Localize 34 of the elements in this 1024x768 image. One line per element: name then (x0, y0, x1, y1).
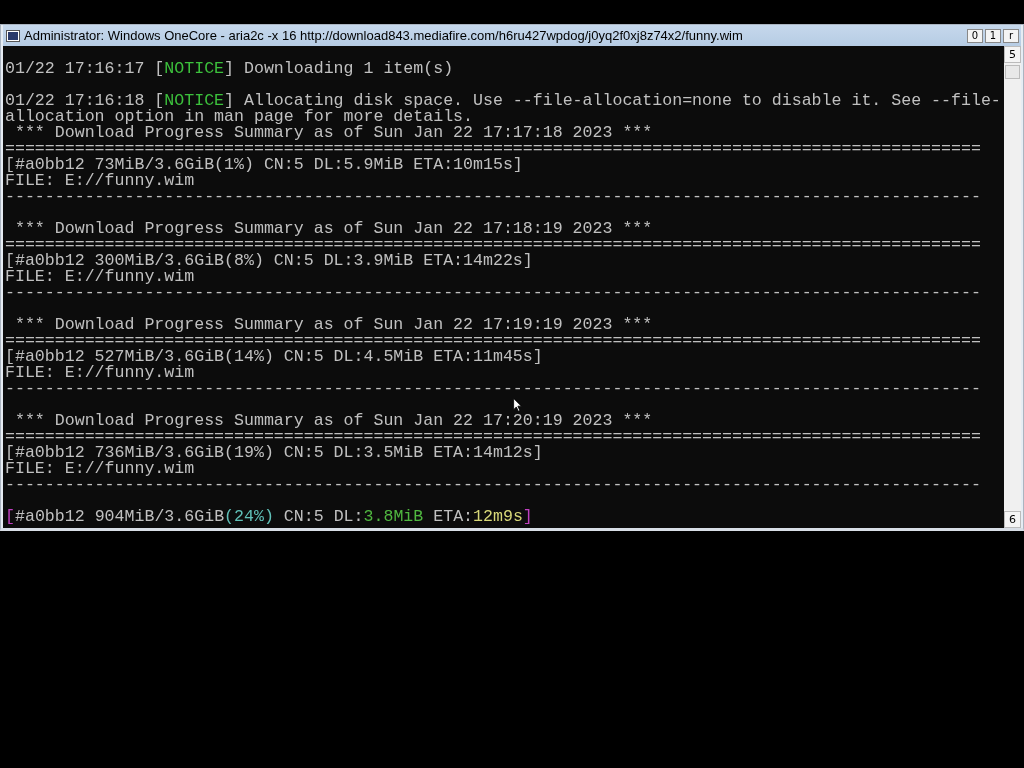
scroll-up-button[interactable]: 5 (1004, 46, 1021, 63)
console-line: ================================================================================================== (5, 429, 982, 445)
console-line: -------------------------------------------------------------------------------------------------- (5, 477, 982, 493)
console-line: ================================================================================================== (5, 141, 982, 157)
scroll-thumb[interactable] (1005, 65, 1020, 79)
console-line: -------------------------------------------------------------------------------------------------- (5, 189, 982, 205)
console-line: [#a0bb12 73MiB/3.6GiB(1%) CN:5 DL:5.9MiB ETA:10m15s] (5, 157, 524, 173)
console-line: FILE: E://funny.wim (5, 269, 195, 285)
console-line: *** Download Progress Summary as of Sun Jan 22 17:20:19 2023 *** (13, 413, 654, 429)
window-control-button[interactable]: r (1003, 28, 1019, 43)
console-line: ================================================================================================== (5, 237, 982, 253)
scroll-down-button[interactable]: 6 (1004, 511, 1021, 528)
console-line: *** Download Progress Summary as of Sun Jan 22 17:19:19 2023 *** (13, 317, 654, 333)
window-control-button[interactable]: 0 (967, 28, 983, 43)
console-line: FILE: E://funny.wim (5, 461, 195, 477)
window-title: Administrator: Windows OneCore - aria2c -x 16 http://download843.mediafire.com/h6ru427wpdog/j0yq2f0xj8z74x2/funny.wim (24, 28, 744, 43)
scrollbar[interactable]: 5 6 (1004, 46, 1021, 528)
console-line: 01/22 17:16:17 [NOTICE] Downloading 1 item(s) (5, 61, 455, 77)
console-line: [#a0bb12 300MiB/3.6GiB(8%) CN:5 DL:3.9MiB ETA:14m22s] (5, 253, 534, 269)
console-icon (6, 29, 20, 42)
console-line: [#a0bb12 736MiB/3.6GiB(19%) CN:5 DL:3.5MiB ETA:14m12s] (5, 445, 544, 461)
console-line: [#a0bb12 904MiB/3.6GiB(24%) CN:5 DL:3.8MiB ETA:12m9s] (5, 509, 534, 525)
console-line: [#a0bb12 527MiB/3.6GiB(14%) CN:5 DL:4.5MiB ETA:11m45s] (5, 349, 544, 365)
console-line: FILE: E://funny.wim (5, 365, 195, 381)
console-line: 01/22 17:16:18 [NOTICE] Allocating disk space. Use --file-allocation=none to disable it. See --file- (5, 93, 1002, 109)
console-line: ================================================================================================== (5, 333, 982, 349)
console-line: *** Download Progress Summary as of Sun Jan 22 17:17:18 2023 *** (13, 125, 654, 141)
mouse-pointer-icon (513, 398, 522, 412)
console-line: *** Download Progress Summary as of Sun Jan 22 17:18:19 2023 *** (13, 221, 654, 237)
window-control-button[interactable]: 1 (985, 28, 1001, 43)
console-line: allocation option in man page for more details. (5, 109, 475, 125)
console-line: -------------------------------------------------------------------------------------------------- (5, 381, 982, 397)
console-line: FILE: E://funny.wim (5, 173, 195, 189)
console-line: -------------------------------------------------------------------------------------------------- (5, 285, 982, 301)
